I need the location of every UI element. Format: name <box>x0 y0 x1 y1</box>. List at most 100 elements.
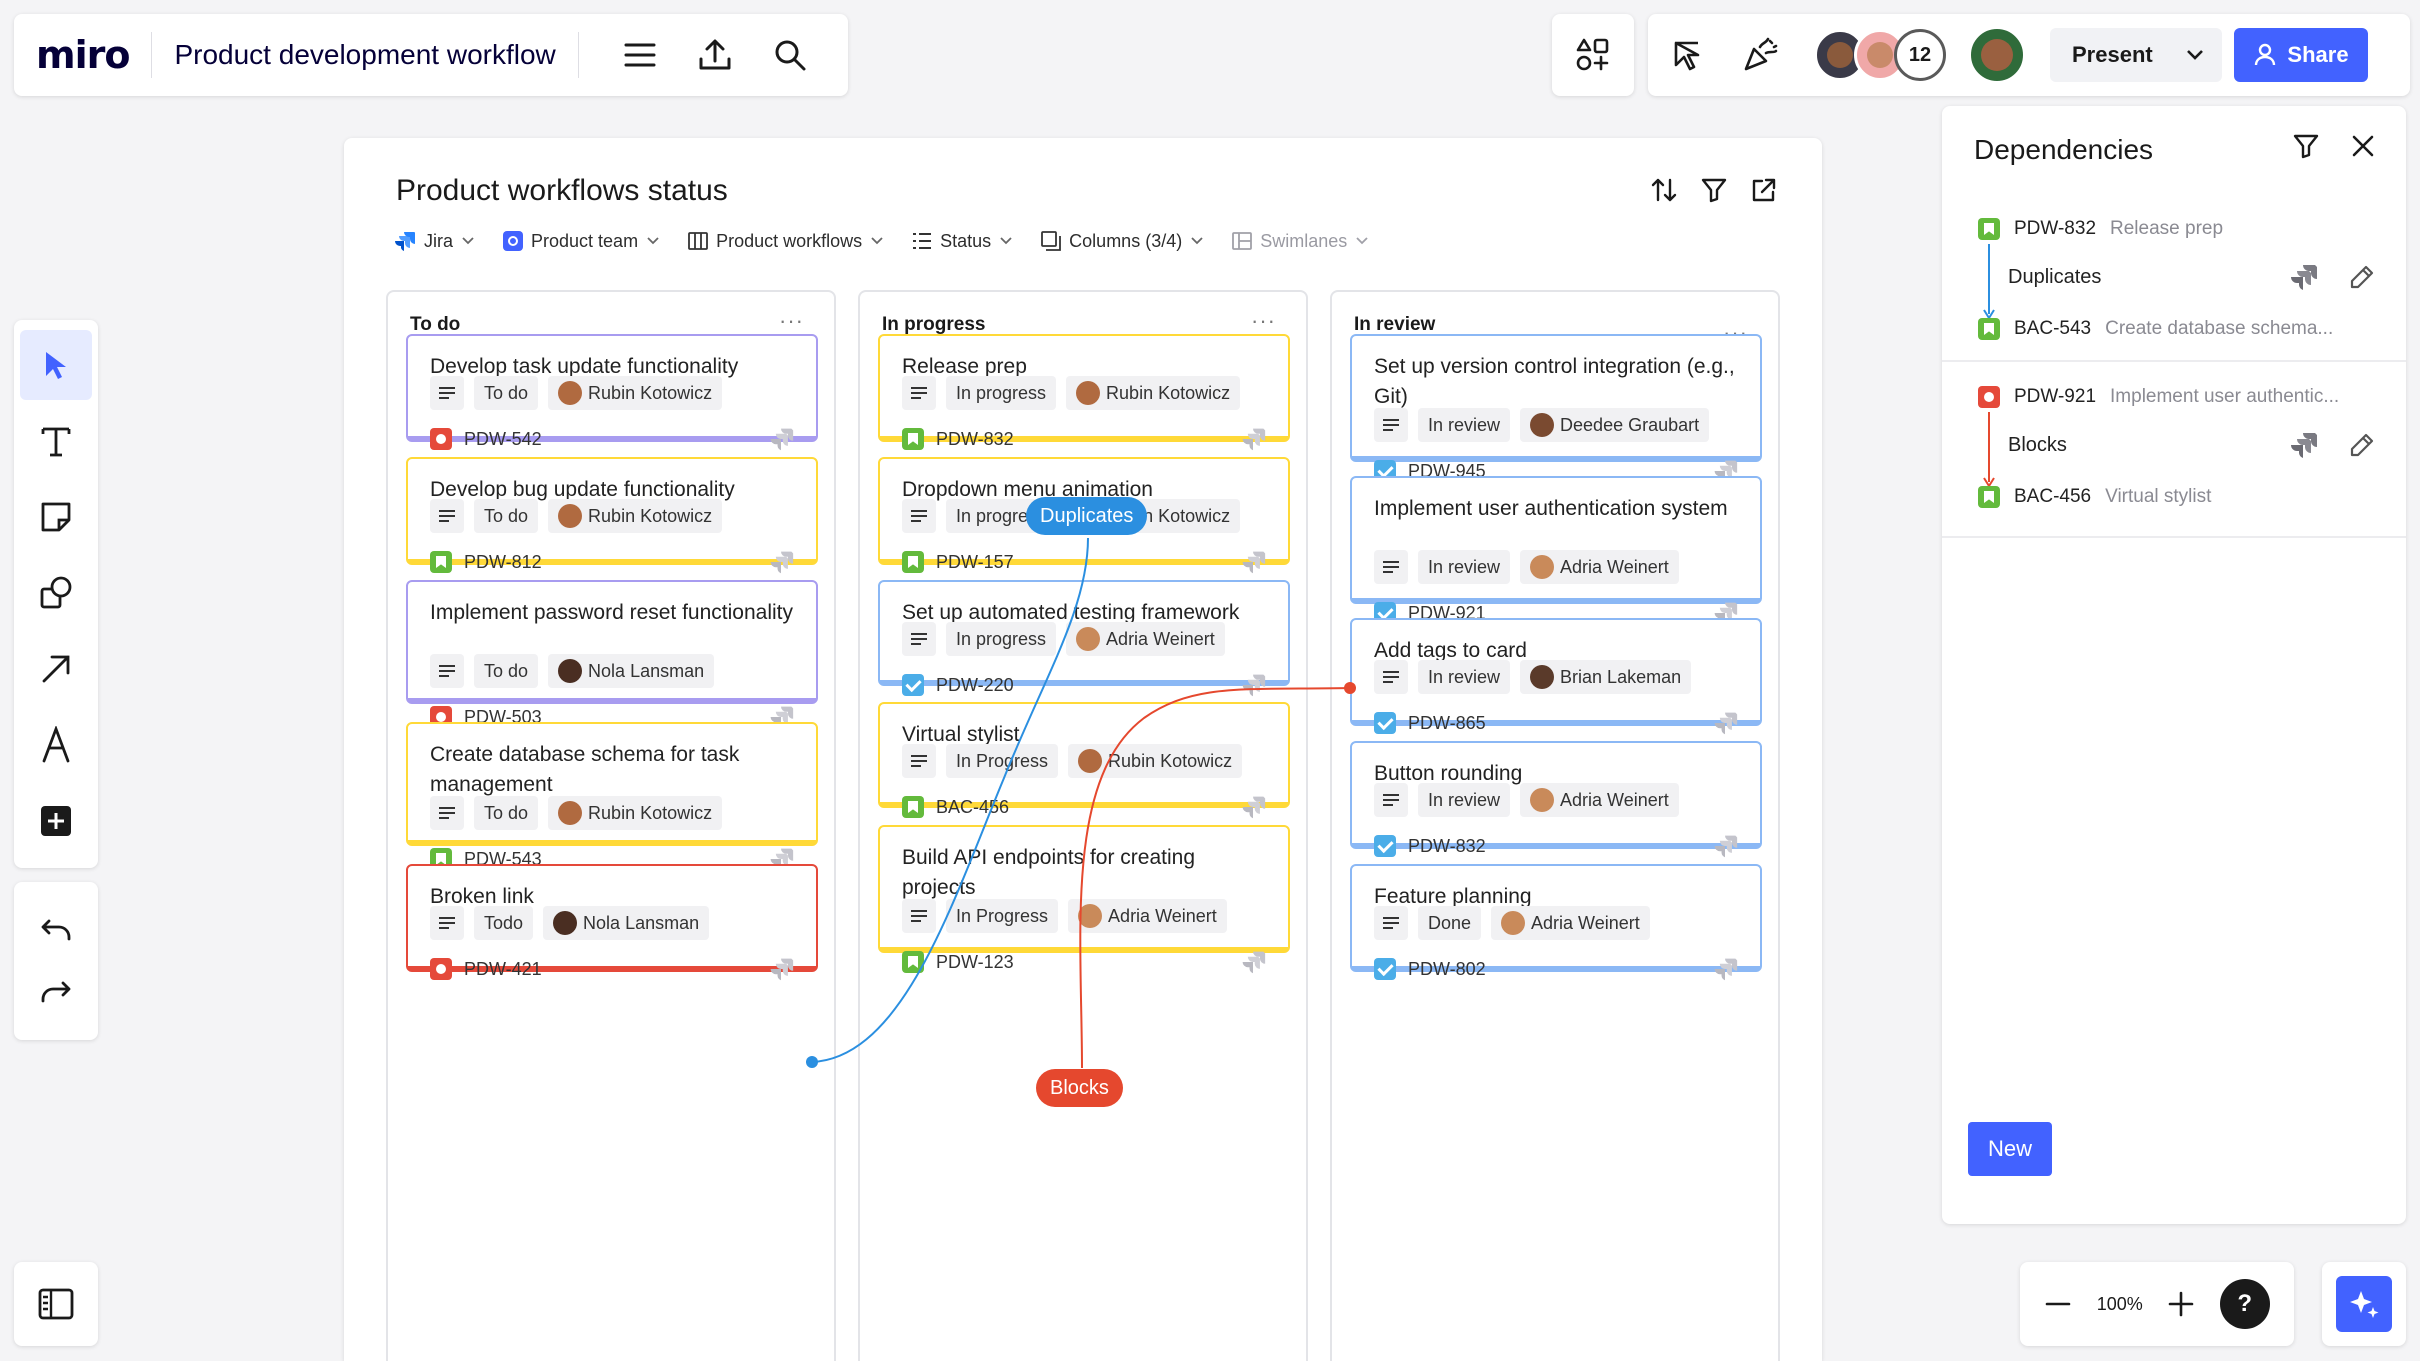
assignee-chip[interactable]: Rubin Kotowicz <box>548 796 723 830</box>
task-card[interactable]: Release prep In progress Rubin Kotowicz PDW… <box>878 334 1290 451</box>
issue-key[interactable]: PDW-802 <box>1408 959 1486 980</box>
status-chip[interactable]: Todo <box>474 906 534 940</box>
pen-tool[interactable] <box>20 710 92 780</box>
status-chip[interactable]: In review <box>1418 660 1511 694</box>
current-user-avatar[interactable] <box>1968 26 2026 84</box>
description-icon[interactable] <box>430 376 464 410</box>
issue-key[interactable]: PDW-812 <box>464 552 542 573</box>
status-chip[interactable]: To do <box>474 376 539 410</box>
assignee-chip[interactable]: Adria Weinert <box>1520 550 1679 584</box>
filter-icon[interactable] <box>2292 132 2320 160</box>
status-chip[interactable]: In review <box>1418 408 1511 442</box>
jira-board-widget[interactable]: Product workflows status Jira Product te… <box>344 138 1822 1361</box>
filter-source[interactable]: Jira <box>394 230 475 252</box>
dependency-item[interactable]: PDW-921 Implement user authentic... Bloc… <box>1942 362 2406 538</box>
assignee-chip[interactable]: Brian Lakeman <box>1520 660 1692 694</box>
more-tools[interactable] <box>20 786 92 856</box>
assignee-chip[interactable]: Rubin Kotowicz <box>548 499 723 533</box>
edit-icon[interactable] <box>2348 430 2376 460</box>
close-icon[interactable] <box>2350 132 2376 160</box>
task-card[interactable]: Button rounding In review Adria Weinert PDW… <box>1350 741 1762 858</box>
duplicates-label[interactable]: Duplicates <box>1026 497 1148 535</box>
board-title[interactable]: Product development workflow <box>174 39 555 71</box>
status-chip[interactable]: In progress <box>946 376 1057 410</box>
assignee-chip[interactable]: Adria Weinert <box>1068 899 1227 933</box>
description-icon[interactable] <box>1374 783 1408 817</box>
description-icon[interactable] <box>430 796 464 830</box>
filter-icon[interactable] <box>1700 176 1728 204</box>
assignee-chip[interactable]: Nola Lansman <box>543 906 710 940</box>
jira-icon[interactable] <box>1712 956 1738 987</box>
task-card[interactable]: Create database schema for task manageme… <box>406 722 818 871</box>
filter-columns[interactable]: Columns (3/4) <box>1041 231 1204 252</box>
issue-key[interactable]: BAC-456 <box>936 797 1009 818</box>
new-dependency-button[interactable]: New <box>1968 1122 2052 1176</box>
sticky-note-tool[interactable] <box>20 482 92 552</box>
issue-key[interactable]: PDW-542 <box>464 429 542 450</box>
frames-panel-button[interactable] <box>14 1262 98 1346</box>
issue-key[interactable]: PDW-220 <box>936 675 1014 696</box>
shapes-tool[interactable] <box>20 558 92 628</box>
status-chip[interactable]: To do <box>474 499 539 533</box>
description-icon[interactable] <box>1374 550 1408 584</box>
miro-logo[interactable]: miro <box>36 33 130 77</box>
task-card[interactable]: Set up automated testing framework In pro… <box>878 580 1290 697</box>
jira-icon[interactable] <box>768 426 794 457</box>
redo-icon[interactable] <box>39 979 73 1005</box>
description-icon[interactable] <box>902 376 936 410</box>
task-card[interactable]: Develop bug update functionality To do Rub… <box>406 457 818 574</box>
present-button[interactable]: Present <box>2050 28 2222 82</box>
assignee-chip[interactable]: Adria Weinert <box>1491 906 1650 940</box>
cursor-tracking-icon[interactable] <box>1670 37 1706 73</box>
jira-icon[interactable] <box>1240 426 1266 457</box>
task-card[interactable]: Implement password reset functionality To… <box>406 580 818 729</box>
jira-icon[interactable] <box>768 956 794 987</box>
dependency-item[interactable]: PDW-832 Release prep Duplicates BAC-543 … <box>1942 194 2406 362</box>
status-chip[interactable]: In progress <box>946 622 1057 656</box>
assignee-chip[interactable]: Adria Weinert <box>1066 622 1225 656</box>
issue-key[interactable]: PDW-832 <box>1408 836 1486 857</box>
issue-key[interactable]: PDW-865 <box>1408 713 1486 734</box>
assignee-chip[interactable]: Nola Lansman <box>548 654 715 688</box>
status-chip[interactable]: In Progress <box>946 899 1059 933</box>
description-icon[interactable] <box>902 744 936 778</box>
description-icon[interactable] <box>1374 660 1408 694</box>
jira-icon[interactable] <box>1240 549 1266 580</box>
zoom-in-icon[interactable] <box>2167 1290 2195 1318</box>
sort-icon[interactable] <box>1650 176 1678 204</box>
edit-icon[interactable] <box>2348 262 2376 292</box>
status-chip[interactable]: To do <box>474 796 539 830</box>
jira-icon[interactable] <box>1240 672 1266 703</box>
status-chip[interactable]: In Progress <box>946 744 1059 778</box>
share-button[interactable]: Share <box>2234 28 2368 82</box>
status-chip[interactable]: To do <box>474 654 539 688</box>
external-link-icon[interactable] <box>1750 176 1778 204</box>
task-card[interactable]: Broken link Todo Nola Lansman PDW-421 <box>406 864 818 981</box>
text-tool[interactable] <box>20 406 92 476</box>
celebrate-icon[interactable] <box>1740 35 1780 75</box>
description-icon[interactable] <box>430 654 464 688</box>
filter-project[interactable]: Product team <box>503 231 660 252</box>
description-icon[interactable] <box>902 499 936 533</box>
jira-icon[interactable] <box>1240 949 1266 980</box>
zoom-level[interactable]: 100% <box>2097 1294 2143 1315</box>
description-icon[interactable] <box>902 899 936 933</box>
help-button[interactable]: ? <box>2219 1279 2270 1329</box>
task-card[interactable]: Build API endpoints for creating project… <box>878 825 1290 974</box>
issue-key[interactable]: PDW-832 <box>936 429 1014 450</box>
assignee-chip[interactable]: Adria Weinert <box>1520 783 1679 817</box>
jira-icon[interactable] <box>1240 794 1266 825</box>
description-icon[interactable] <box>902 622 936 656</box>
jira-icon[interactable] <box>2288 262 2318 292</box>
assignee-chip[interactable]: Rubin Kotowicz <box>548 376 723 410</box>
more-icon[interactable]: ··· <box>779 308 804 334</box>
task-card[interactable]: Set up version control integration (e.g.… <box>1350 334 1762 483</box>
ai-assist-button[interactable] <box>2322 1262 2406 1346</box>
select-tool[interactable] <box>20 330 92 400</box>
issue-key[interactable]: PDW-123 <box>936 952 1014 973</box>
connection-line-tool[interactable] <box>20 634 92 704</box>
description-icon[interactable] <box>430 906 464 940</box>
filter-group-by[interactable]: Status <box>912 231 1013 252</box>
blocks-label[interactable]: Blocks <box>1036 1069 1123 1107</box>
description-icon[interactable] <box>1374 906 1408 940</box>
